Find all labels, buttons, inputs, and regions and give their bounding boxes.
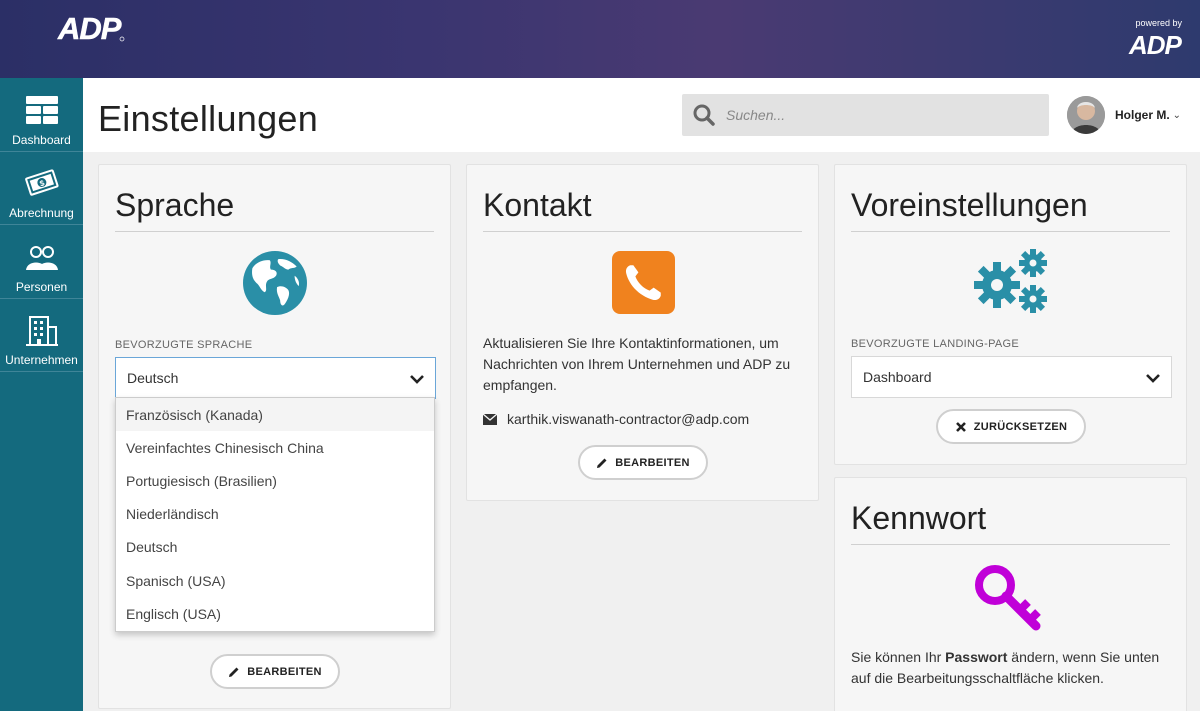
- sidebar: Dashboard $ Abrechnung Personen Unterneh…: [0, 78, 83, 711]
- dropdown-option[interactable]: Vereinfachtes Chinesisch China: [116, 431, 434, 464]
- sidebar-item-dashboard[interactable]: Dashboard: [0, 78, 83, 152]
- sidebar-item-personen[interactable]: Personen: [0, 225, 83, 299]
- divider: [483, 231, 802, 232]
- reset-button[interactable]: ZURÜCKSETZEN: [936, 409, 1086, 444]
- page-title: Einstellungen: [98, 98, 319, 139]
- svg-text:ADP: ADP: [1128, 30, 1183, 58]
- dropdown-option[interactable]: Portugiesisch (Brasilien): [116, 464, 434, 497]
- svg-text:ADP: ADP: [57, 11, 122, 45]
- user-name[interactable]: Holger M.: [1115, 108, 1170, 122]
- landing-page-select[interactable]: Dashboard: [851, 356, 1172, 398]
- close-icon: [955, 421, 966, 432]
- powered-by-text: powered by: [1135, 18, 1182, 28]
- powered-by-adp: powered by ADP: [1128, 18, 1184, 63]
- select-value: Dashboard: [863, 369, 932, 385]
- button-label: BEARBEITEN: [615, 456, 690, 469]
- avatar-photo: [1067, 96, 1105, 134]
- phone-icon: [612, 251, 675, 314]
- search-icon: [693, 104, 715, 126]
- pencil-icon: [597, 458, 607, 468]
- edit-button[interactable]: BEARBEITEN: [578, 445, 708, 480]
- sidebar-item-label: Unternehmen: [5, 353, 78, 367]
- edit-button[interactable]: BEARBEITEN: [210, 654, 340, 689]
- powered-adp-logo: ADP: [1128, 30, 1184, 60]
- search-box[interactable]: [682, 94, 1049, 136]
- adp-logo[interactable]: ADP: [56, 11, 126, 45]
- dropdown-option[interactable]: Deutsch: [116, 531, 434, 564]
- card-title: Kennwort: [851, 500, 987, 536]
- money-icon: $: [24, 169, 59, 196]
- top-banner: ADP powered by ADP: [0, 0, 1200, 78]
- email-address[interactable]: karthik.viswanath-contractor@adp.com: [507, 411, 749, 427]
- field-label: BEVORZUGTE LANDING-PAGE: [851, 338, 1020, 350]
- divider: [851, 231, 1170, 232]
- button-label: ZURÜCKSETZEN: [973, 420, 1068, 433]
- select-value: Deutsch: [127, 370, 179, 386]
- language-dropdown[interactable]: Französisch (Kanada) Vereinfachtes Chine…: [115, 397, 435, 632]
- chevron-down-icon: [410, 375, 424, 384]
- user-menu[interactable]: Holger M. ⌄: [1067, 96, 1181, 134]
- key-icon: [975, 565, 1041, 631]
- divider: [115, 231, 434, 232]
- search-input[interactable]: [726, 107, 1026, 123]
- card-title: Sprache: [115, 187, 235, 223]
- building-icon: [25, 316, 58, 346]
- dropdown-option[interactable]: Englisch (USA): [116, 597, 434, 630]
- kennwort-description: Sie können Ihr Passwort ändern, wenn Sie…: [851, 649, 1160, 686]
- card-title: Kontakt: [483, 187, 592, 223]
- sidebar-item-unternehmen[interactable]: Unternehmen: [0, 299, 83, 372]
- dropdown-option[interactable]: Französisch (Kanada): [116, 398, 434, 432]
- envelope-icon: [483, 413, 497, 425]
- dashboard-icon: [25, 95, 58, 124]
- sidebar-item-label: Abrechnung: [9, 206, 74, 220]
- gears-icon: [974, 249, 1047, 313]
- card-title: Voreinstellungen: [851, 187, 1088, 223]
- avatar[interactable]: [1067, 96, 1105, 134]
- kennwort-card: Kennwort Sie können Ihr Passwort ändern,…: [834, 477, 1187, 711]
- chevron-down-icon[interactable]: ⌄: [1173, 110, 1181, 121]
- button-label: BEARBEITEN: [247, 665, 322, 678]
- pencil-icon: [229, 667, 239, 677]
- sidebar-item-abrechnung[interactable]: $ Abrechnung: [0, 152, 83, 225]
- voreinstellungen-card: Voreinstellungen BEVORZUGTE LANDING-PAGE…: [834, 164, 1187, 465]
- dropdown-option[interactable]: Spanisch (USA): [116, 564, 434, 597]
- divider: [851, 544, 1170, 545]
- language-select[interactable]: Deutsch: [115, 357, 436, 399]
- email-row: karthik.viswanath-contractor@adp.com: [483, 411, 749, 427]
- globe-icon: [243, 251, 307, 315]
- people-icon: [25, 245, 58, 270]
- chevron-down-icon: [1146, 374, 1160, 383]
- kontakt-card: Kontakt Aktualisieren Sie Ihre Kontaktin…: [466, 164, 819, 501]
- kontakt-description: Aktualisieren Sie Ihre Kontaktinformatio…: [483, 335, 791, 393]
- sidebar-item-label: Dashboard: [12, 132, 71, 147]
- page-header: Einstellungen Holger M. ⌄: [83, 78, 1200, 152]
- sidebar-item-label: Personen: [15, 279, 68, 294]
- field-label: BEVORZUGTE SPRACHE: [115, 339, 253, 351]
- dropdown-option[interactable]: Niederländisch: [116, 498, 434, 531]
